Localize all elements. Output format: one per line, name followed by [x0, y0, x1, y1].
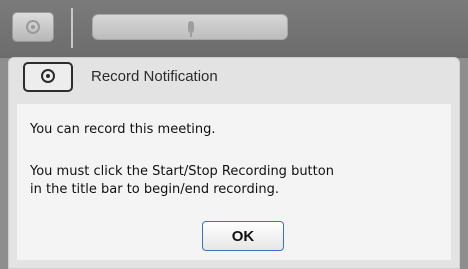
ok-button[interactable]: OK	[202, 221, 284, 251]
audio-control[interactable]	[92, 14, 288, 40]
message-line-3: in the title bar to begin/end recording.	[30, 182, 279, 197]
dialog-title: Record Notification	[91, 68, 218, 85]
title-bar-divider	[71, 8, 73, 48]
message-line-2: You must click the Start/Stop Recording …	[30, 164, 334, 179]
record-icon	[41, 69, 55, 83]
start-stop-recording-button[interactable]	[12, 12, 54, 42]
message-line-1: You can record this meeting.	[30, 122, 216, 137]
record-notification-dialog: Record Notification You can record this …	[8, 57, 460, 269]
dialog-record-icon-frame	[23, 62, 73, 92]
title-bar	[0, 0, 468, 58]
record-icon	[26, 20, 40, 34]
microphone-icon	[188, 21, 194, 37]
dialog-body: You can record this meeting. You must cl…	[17, 104, 451, 260]
